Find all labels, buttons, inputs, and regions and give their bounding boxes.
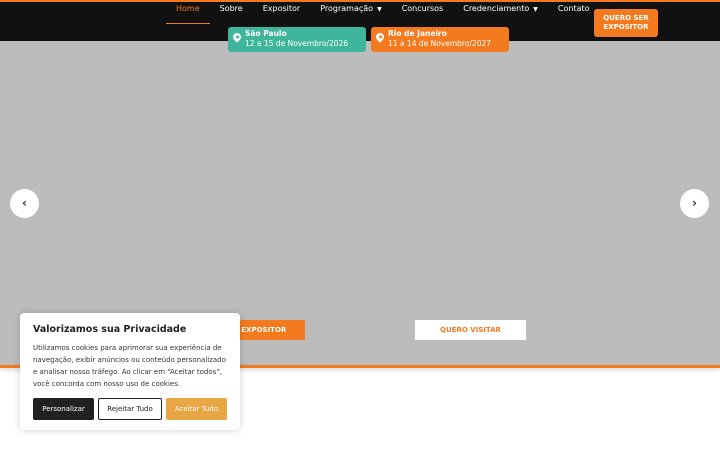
nav-programacao[interactable]: Programação ▼ bbox=[310, 2, 391, 24]
cookie-title: Valorizamos sua Privacidade bbox=[33, 324, 187, 335]
chevron-down-icon: ▼ bbox=[533, 6, 538, 13]
nav-home-label: Home bbox=[176, 4, 200, 13]
cookie-buttons: Personalizar Rejeitar Tudo Aceitar Tudo bbox=[33, 398, 227, 420]
nav-sobre[interactable]: Sobre bbox=[210, 2, 253, 24]
nav-expositor-label: Expositor bbox=[262, 4, 301, 13]
location-sao-paulo[interactable]: São Paulo 12 a 15 de Novembro/2026 bbox=[228, 27, 366, 52]
nav-home[interactable]: Home bbox=[166, 2, 210, 24]
nav-contato-label: Contato bbox=[557, 4, 590, 13]
hero-quero-visitar-button[interactable]: QUERO VISITAR bbox=[415, 320, 526, 340]
nav-concursos[interactable]: Concursos bbox=[392, 2, 454, 24]
cookie-consent-modal: Valorizamos sua Privacidade Utilizamos c… bbox=[20, 313, 240, 430]
location-city: Rio de Janeiro bbox=[388, 29, 447, 38]
cookie-reject-all-button[interactable]: Rejeitar Tudo bbox=[98, 398, 162, 420]
nav-programacao-label: Programação bbox=[320, 4, 374, 13]
location-rio-de-janeiro[interactable]: Rio de Janeiro 11 a 14 de Novembro/2027 bbox=[371, 27, 509, 52]
cookie-customize-button[interactable]: Personalizar bbox=[33, 398, 94, 420]
slider-prev-button[interactable]: ‹ bbox=[10, 189, 39, 218]
location-dates: 12 a 15 de Novembro/2026 bbox=[245, 39, 349, 48]
cookie-text: Utilizamos cookies para aprimorar sua ex… bbox=[33, 344, 226, 388]
nav-concursos-label: Concursos bbox=[401, 4, 444, 13]
chevron-down-icon: ▼ bbox=[377, 6, 382, 13]
cookie-accept-all-button[interactable]: Aceitar Tudo bbox=[166, 398, 227, 420]
location-dates: 11 a 14 de Novembro/2027 bbox=[388, 39, 492, 48]
nav-credenciamento[interactable]: Credenciamento ▼ bbox=[453, 2, 548, 24]
nav-credenciamento-label: Credenciamento bbox=[463, 4, 530, 13]
map-pin-icon bbox=[374, 31, 386, 43]
main-nav: Home Sobre Expositor Programação ▼ Concur… bbox=[166, 2, 600, 26]
slider-next-button[interactable]: › bbox=[680, 189, 709, 218]
nav-sobre-label: Sobre bbox=[219, 4, 243, 13]
quero-ser-expositor-button[interactable]: QUERO SER EXPOSITOR bbox=[594, 9, 658, 37]
chevron-left-icon: ‹ bbox=[22, 196, 27, 210]
nav-contato[interactable]: Contato bbox=[548, 2, 600, 24]
page: Home Sobre Expositor Programação ▼ Concur… bbox=[0, 0, 720, 450]
map-pin-icon bbox=[231, 31, 243, 43]
location-city: São Paulo bbox=[245, 29, 287, 38]
chevron-right-icon: › bbox=[692, 196, 697, 210]
nav-expositor[interactable]: Expositor bbox=[253, 2, 310, 24]
